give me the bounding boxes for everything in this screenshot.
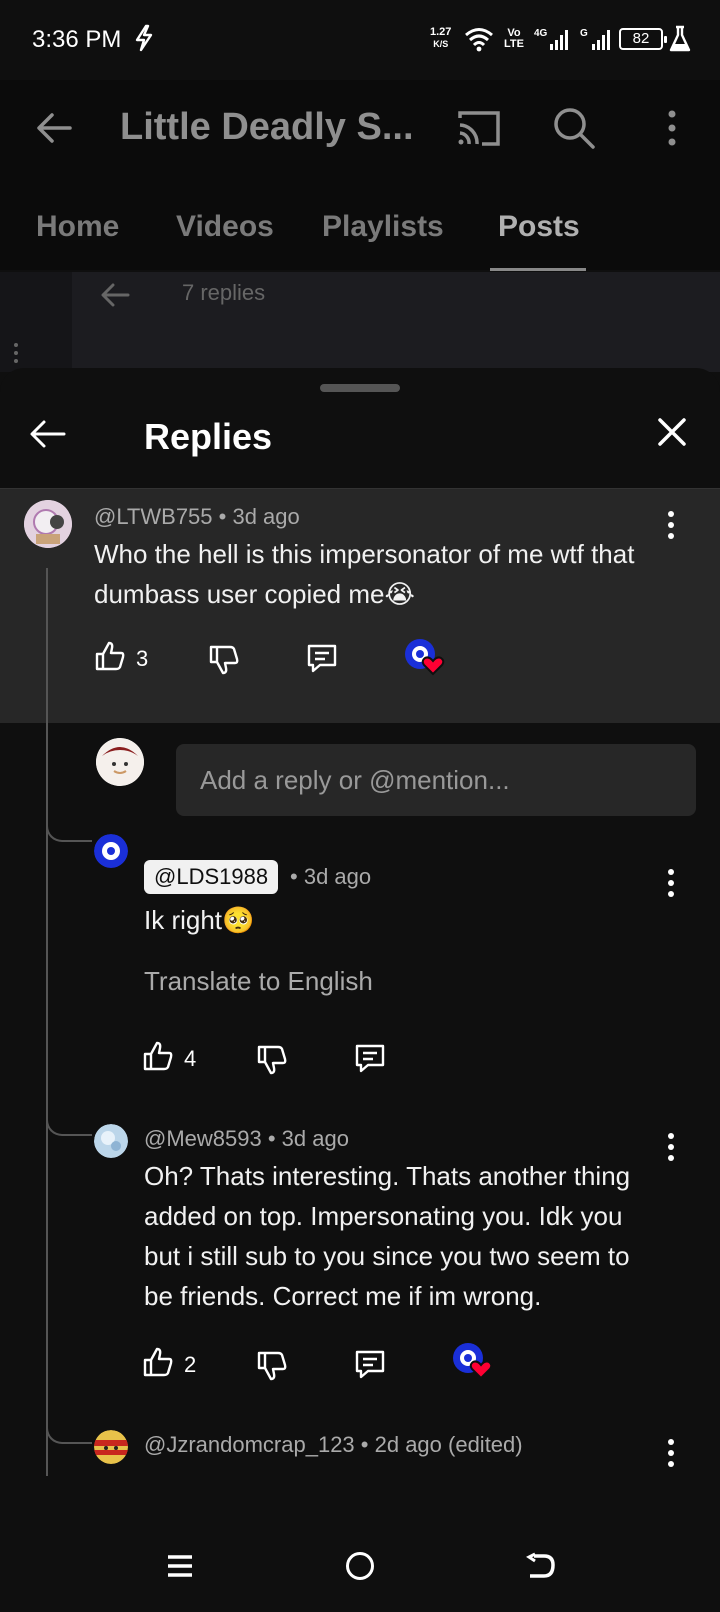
- close-icon[interactable]: [656, 416, 688, 448]
- comment-time: 3d ago: [232, 504, 300, 529]
- search-icon[interactable]: [552, 106, 596, 150]
- flash-charging-icon: [135, 24, 153, 52]
- active-tab-indicator: [490, 268, 586, 271]
- avatar[interactable]: [24, 500, 72, 548]
- signal-4g-icon: 4G: [534, 28, 568, 50]
- dislike-icon[interactable]: [256, 1350, 288, 1382]
- thread-branch: [46, 1422, 92, 1444]
- creator-heart-icon: [405, 639, 445, 676]
- status-bar: 3:36 PM 1.27 K/S Vo LTE 4G G 82: [0, 0, 720, 80]
- tab-posts[interactable]: Posts: [498, 210, 580, 244]
- volte-indicator: Vo LTE: [504, 28, 524, 50]
- creator-heart-icon: [453, 1343, 493, 1380]
- cast-icon[interactable]: [456, 108, 502, 148]
- more-vert-icon[interactable]: [662, 108, 682, 148]
- like-icon[interactable]: [142, 1346, 174, 1378]
- comment-text: Oh? Thats interesting. Thats another thi…: [144, 1161, 631, 1311]
- back-arrow-icon[interactable]: [28, 414, 68, 454]
- net2-text: G: [580, 28, 588, 39]
- tab-home[interactable]: Home: [36, 210, 119, 244]
- comment-text: Who the hell is this impersonator of me …: [94, 539, 635, 609]
- more-vert-icon[interactable]: [666, 868, 676, 898]
- back-arrow-icon[interactable]: [34, 108, 74, 148]
- reply-field: [176, 744, 696, 816]
- status-time: 3:36 PM: [32, 26, 122, 53]
- more-vert-icon[interactable]: [666, 1438, 676, 1468]
- comment-text: Ik right🥺: [144, 905, 255, 935]
- reply-icon[interactable]: [306, 642, 338, 674]
- recent-apps-icon[interactable]: [166, 1554, 194, 1578]
- translate-link[interactable]: Translate to English: [144, 966, 373, 997]
- channel-title: Little Deadly S...: [120, 106, 414, 148]
- tab-videos[interactable]: Videos: [176, 210, 274, 244]
- wifi-icon: [465, 28, 493, 52]
- author-name[interactable]: @Jzrandomcrap_123: [144, 1432, 355, 1457]
- comment-meta: @Mew8593 • 3d ago: [144, 1126, 349, 1151]
- underlying-back-icon: [101, 283, 130, 307]
- like-icon[interactable]: [94, 640, 126, 672]
- comment-time: 2d ago (edited): [374, 1432, 523, 1457]
- speed-unit: K/S: [433, 39, 449, 49]
- dislike-icon[interactable]: [208, 644, 240, 676]
- avatar-ltwb-icon: [24, 500, 72, 548]
- author-name[interactable]: @Mew8593: [144, 1126, 262, 1151]
- comment-meta: • 3d ago: [290, 864, 372, 889]
- avatar-mew-icon: [94, 1124, 128, 1158]
- avatar[interactable]: [96, 738, 144, 786]
- more-vert-icon[interactable]: [666, 1132, 676, 1162]
- comment-meta: @Jzrandomcrap_123 • 2d ago (edited): [144, 1432, 523, 1457]
- avatar-lds-icon: [94, 834, 128, 868]
- underlying-replies-count: 7 replies: [182, 280, 266, 305]
- comment-meta: @LTWB755 • 3d ago: [94, 504, 300, 529]
- speed-value: 1.27: [430, 26, 452, 38]
- comment-time: 3d ago: [281, 1126, 349, 1151]
- back-gesture-icon[interactable]: [526, 1552, 556, 1580]
- thread-branch: [46, 1114, 92, 1136]
- more-vert-icon[interactable]: [666, 510, 676, 540]
- author-name[interactable]: @LTWB755: [94, 504, 213, 529]
- reply-input[interactable]: [176, 744, 696, 816]
- avatar-current-user-icon: [96, 738, 144, 786]
- net1-text: 4G: [534, 28, 548, 39]
- flask-icon: [669, 25, 691, 52]
- drag-handle[interactable]: [320, 384, 400, 392]
- sheet-title: Replies: [144, 416, 273, 457]
- tab-playlists[interactable]: Playlists: [322, 210, 444, 244]
- avatar[interactable]: [94, 1430, 128, 1464]
- like-icon[interactable]: [142, 1040, 174, 1072]
- underlying-more-icon: [14, 343, 18, 363]
- like-count: 4: [184, 1046, 197, 1071]
- battery-indicator: 82: [619, 28, 667, 50]
- comment-time: 3d ago: [303, 864, 372, 889]
- channel-tabs: Home Videos Playlists Posts: [0, 196, 720, 272]
- avatar-jz-icon: [94, 1430, 128, 1464]
- replies-sheet: Replies @LTWB755 • 3d ago Who the hell i…: [0, 368, 720, 1514]
- thread-branch: [46, 820, 92, 842]
- volte-bottom: LTE: [504, 38, 524, 50]
- reply-icon[interactable]: [354, 1348, 386, 1380]
- like-count: 2: [184, 1352, 197, 1377]
- thread-line: [46, 568, 48, 1476]
- reply-icon[interactable]: [354, 1042, 386, 1074]
- underlying-replies-panel: [72, 272, 720, 372]
- avatar[interactable]: [94, 834, 128, 868]
- home-button[interactable]: [346, 1552, 374, 1580]
- signal-g-icon: G: [580, 28, 610, 50]
- network-speed: 1.27 K/S: [430, 26, 451, 50]
- avatar[interactable]: [94, 1124, 128, 1158]
- like-count: 3: [136, 646, 149, 671]
- dislike-icon[interactable]: [256, 1044, 288, 1076]
- author-chip[interactable]: @LDS1988: [144, 860, 279, 894]
